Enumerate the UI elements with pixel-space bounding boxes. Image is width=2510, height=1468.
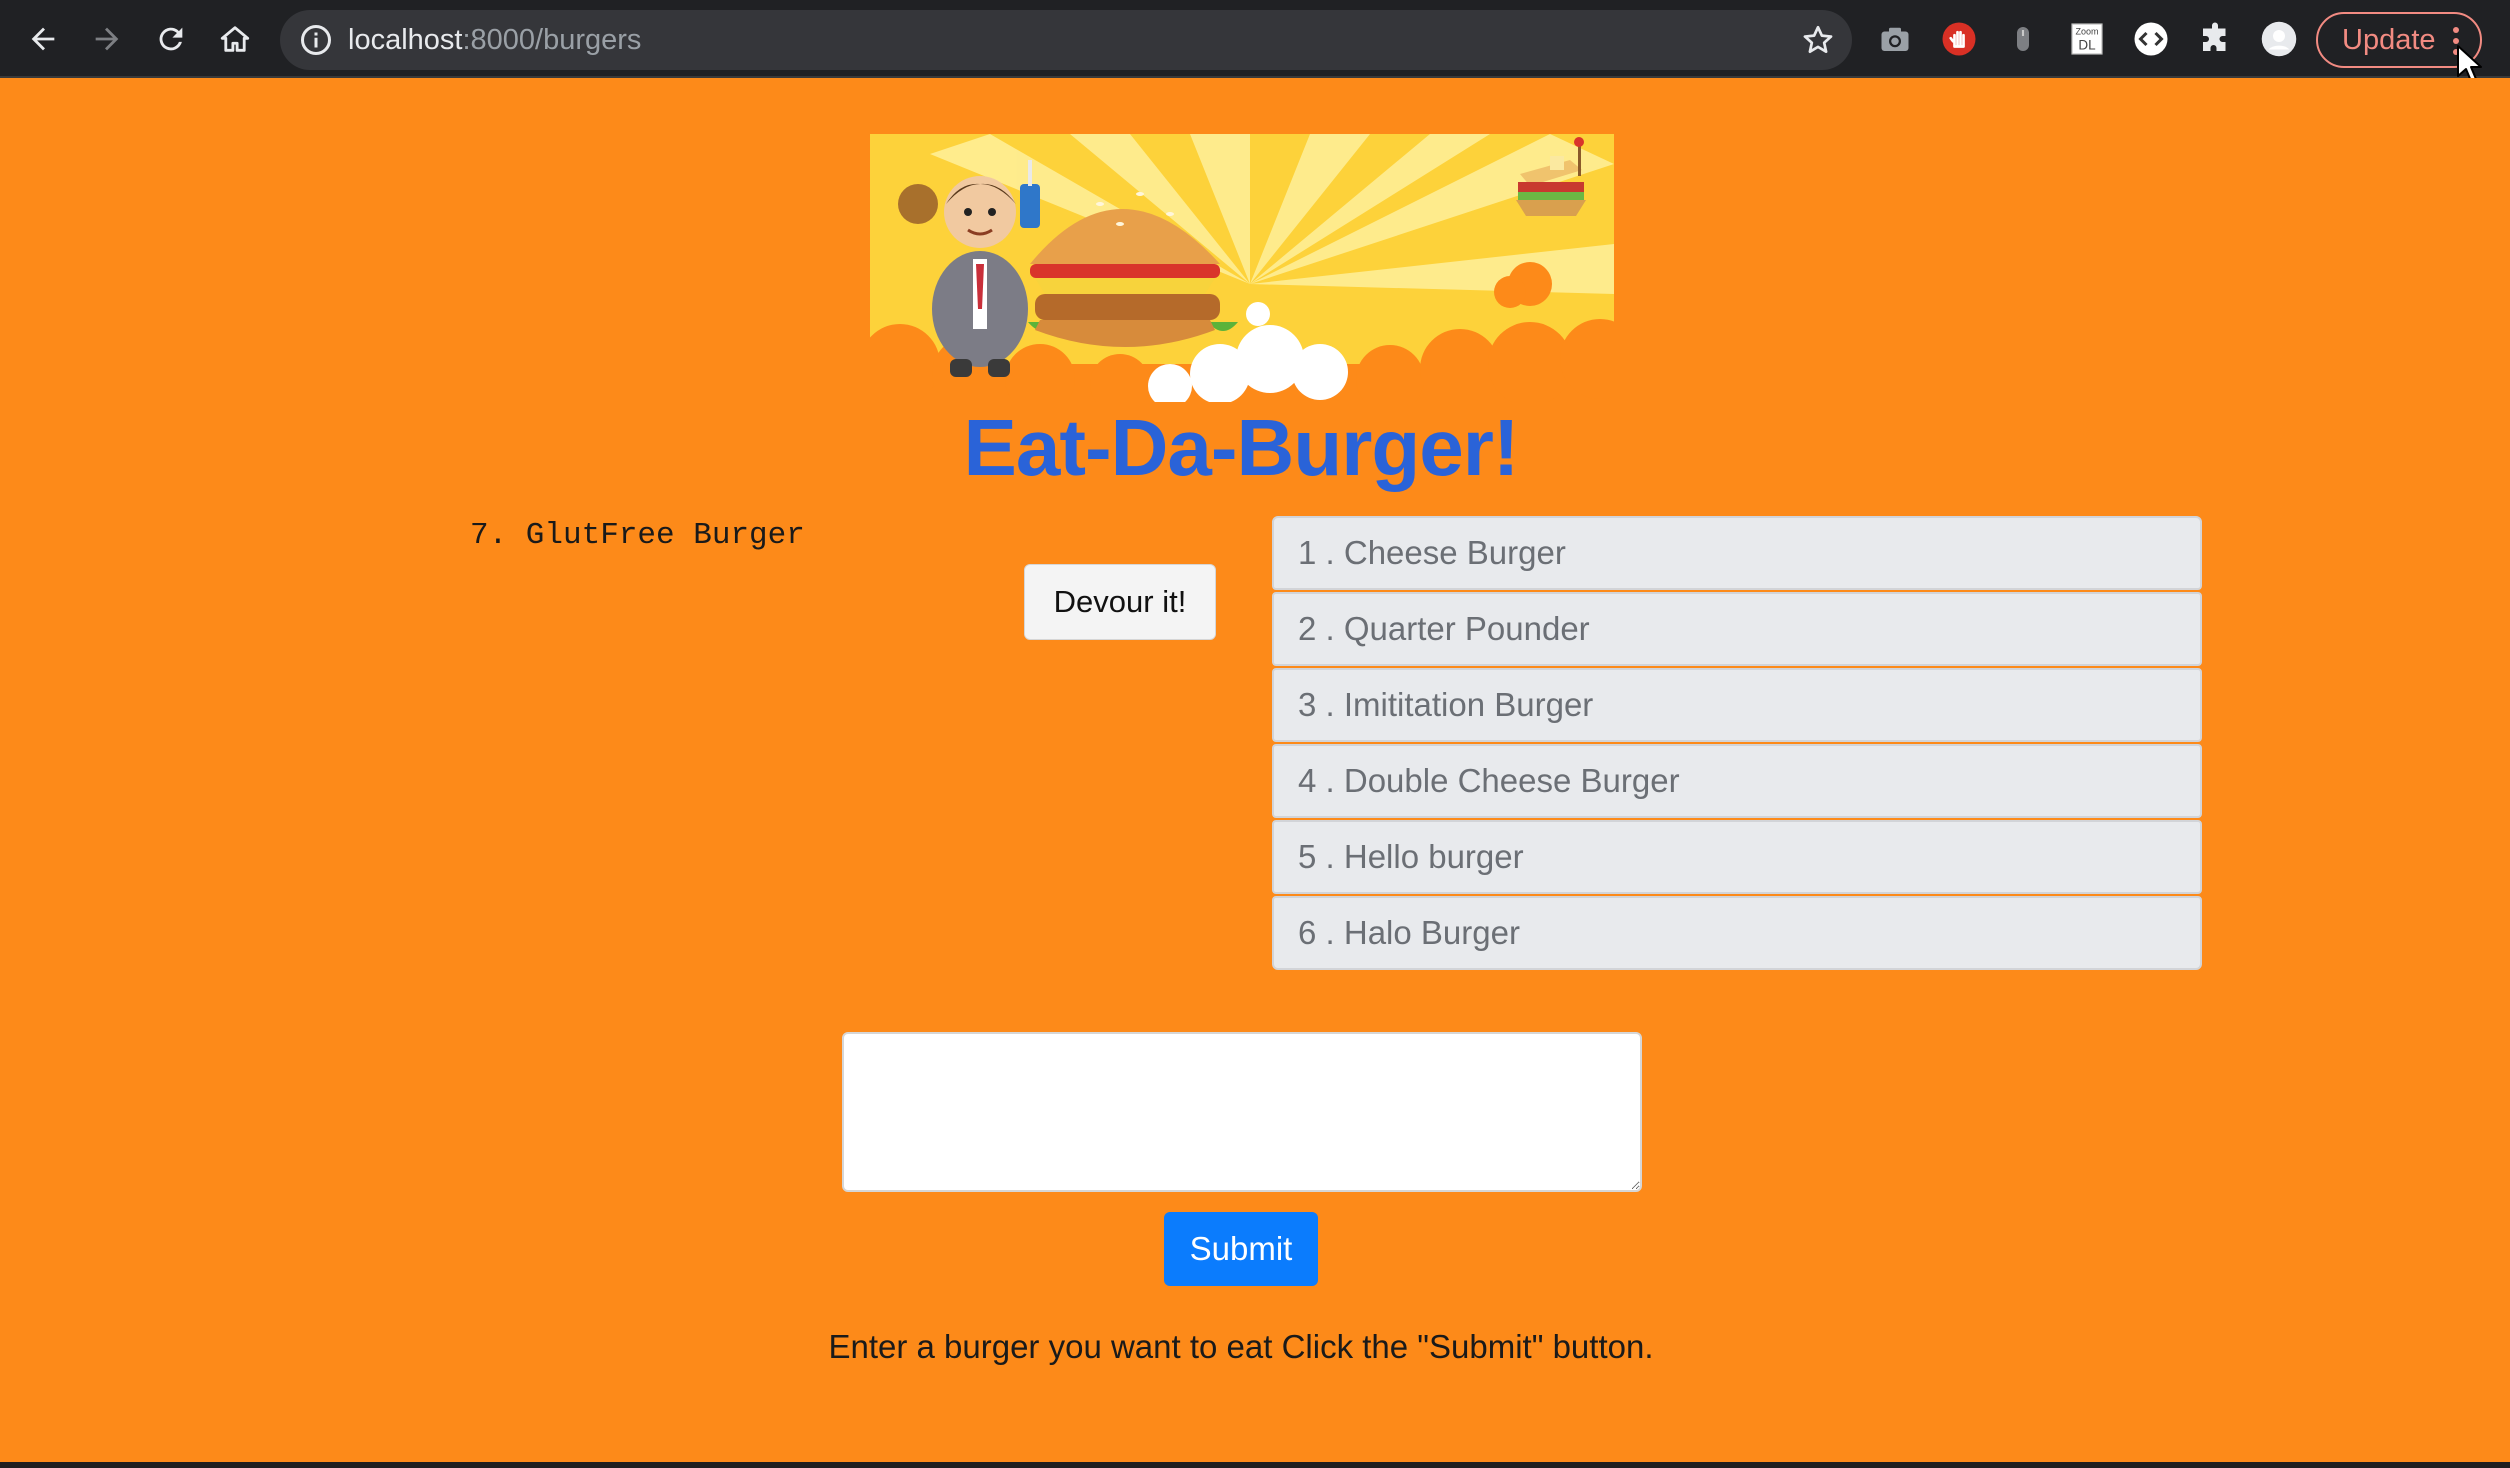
- address-bar[interactable]: localhost:8000/burgers: [280, 10, 1852, 70]
- profile-avatar-icon[interactable]: [2258, 18, 2300, 60]
- url-text[interactable]: localhost:8000/burgers: [348, 24, 641, 57]
- forward-arrow-icon[interactable]: [82, 14, 132, 64]
- mouse-extension-icon[interactable]: [2002, 18, 2044, 60]
- home-icon[interactable]: [210, 14, 260, 64]
- devour-button[interactable]: Devour it!: [1024, 564, 1216, 640]
- svg-text:Zoom: Zoom: [2075, 27, 2098, 37]
- devoured-burger-item: 7. GlutFree Burger: [470, 518, 805, 553]
- info-icon[interactable]: [298, 22, 334, 58]
- zoom-dl-extension-icon[interactable]: Zoom DL: [2066, 18, 2108, 60]
- instructions-text: Enter a burger you want to eat Click the…: [828, 1328, 1654, 1365]
- page-title: Eat-Da-Burger!: [963, 403, 1520, 492]
- burger-name-input[interactable]: [842, 1032, 1642, 1192]
- bookmark-star-icon[interactable]: [1800, 22, 1836, 58]
- code-extension-icon[interactable]: [2130, 18, 2172, 60]
- reload-icon[interactable]: [146, 14, 196, 64]
- list-item: 6 . Halo Burger: [1272, 896, 2202, 970]
- browser-toolbar: localhost:8000/burgers Zoom DL Update: [0, 0, 2510, 82]
- puzzle-extensions-icon[interactable]: [2194, 18, 2236, 60]
- camera-extension-icon[interactable]: [1874, 18, 1916, 60]
- list-item: 2 . Quarter Pounder: [1272, 592, 2202, 666]
- list-item: 3 . Imititation Burger: [1272, 668, 2202, 742]
- list-item: 1 . Cheese Burger: [1272, 516, 2202, 590]
- list-item: 5 . Hello burger: [1272, 820, 2202, 894]
- page-body: Eat-Da-Burger! 7. GlutFree Burger Devour…: [0, 78, 2510, 1462]
- submit-button[interactable]: Submit: [1164, 1212, 1318, 1286]
- back-arrow-icon[interactable]: [18, 14, 68, 64]
- svg-text:DL: DL: [2078, 38, 2096, 53]
- banner-image: [870, 134, 1614, 402]
- burger-list: 1 . Cheese Burger 2 . Quarter Pounder 3 …: [1272, 516, 2202, 972]
- hand-stop-extension-icon[interactable]: [1938, 18, 1980, 60]
- window-bottom-edge: [0, 1462, 2510, 1468]
- list-item: 4 . Double Cheese Burger: [1272, 744, 2202, 818]
